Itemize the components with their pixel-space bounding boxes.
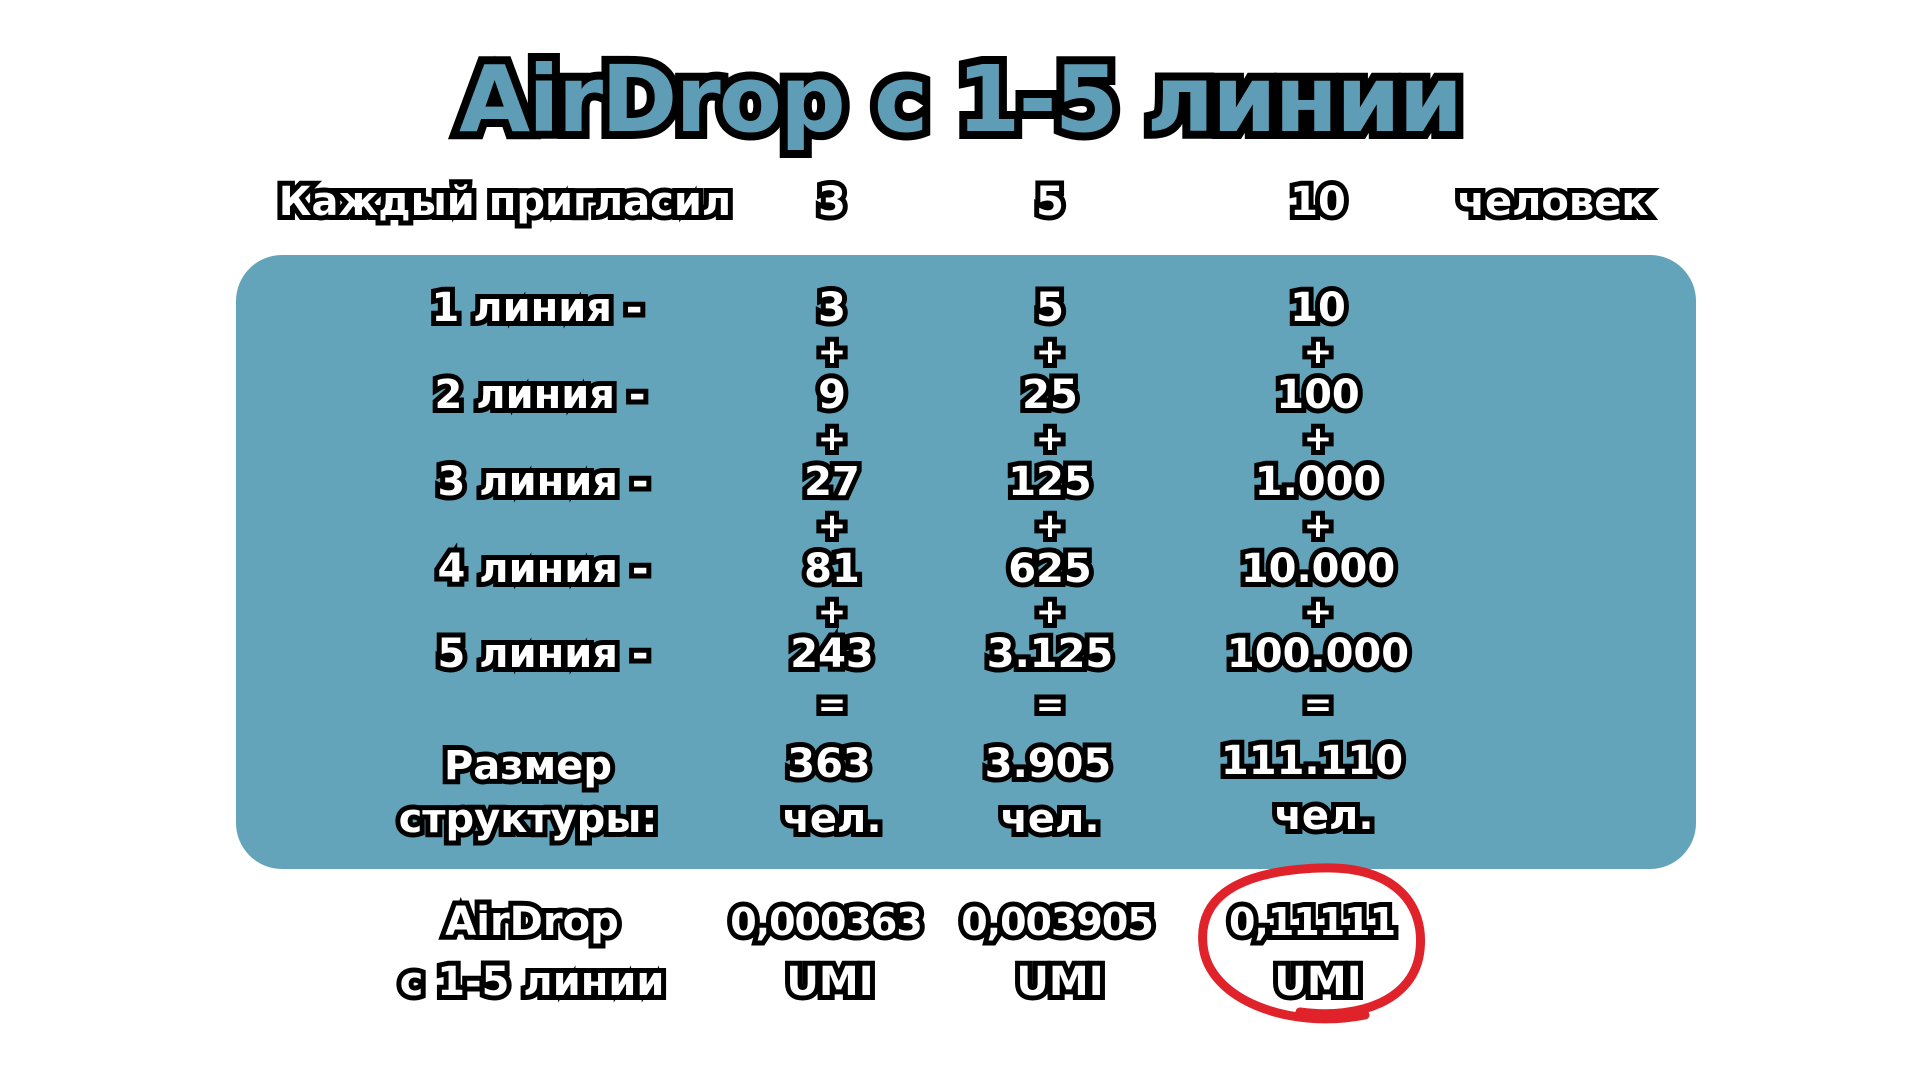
header-label: Каждый пригласил: [274, 174, 736, 230]
line-1-col-3: 10: [1285, 280, 1351, 336]
plus-sign: +: [813, 504, 851, 548]
airdrop-col-2: 0,003905: [956, 895, 1159, 949]
line-5-col-3: 100.000: [1222, 626, 1414, 682]
structure-unit-3: чел.: [1269, 788, 1378, 844]
airdrop-label-line2: с 1-5 линии: [395, 954, 670, 1010]
plus-sign: +: [813, 417, 851, 461]
structure-col-3: 111.110: [1216, 733, 1408, 789]
structure-unit-1: чел.: [777, 791, 886, 847]
header-unit: человек: [1453, 174, 1654, 230]
airdrop-col-1: 0,000363: [725, 895, 928, 949]
airdrop-unit-2: UMI: [1011, 954, 1108, 1010]
airdrop-label-line1: AirDrop: [440, 894, 623, 950]
line-label-1: 1 линия -: [427, 280, 648, 336]
plus-sign: +: [1031, 330, 1069, 374]
plus-sign: +: [1299, 504, 1337, 548]
line-5-col-1: 243: [785, 626, 878, 682]
line-3-col-1: 27: [799, 454, 865, 510]
plus-sign: +: [1031, 504, 1069, 548]
equals-sign: =: [1299, 683, 1337, 727]
plus-sign: +: [1031, 590, 1069, 634]
plus-sign: +: [813, 590, 851, 634]
plus-sign: +: [1299, 330, 1337, 374]
plus-sign: +: [1031, 417, 1069, 461]
line-2-col-3: 100: [1271, 367, 1364, 423]
line-label-4: 4 линия -: [433, 541, 654, 597]
airdrop-unit-1: UMI: [781, 954, 878, 1010]
line-3-col-2: 125: [1003, 454, 1096, 510]
equals-sign: =: [813, 683, 851, 727]
line-1-col-2: 5: [1031, 280, 1069, 336]
airdrop-slide: AirDrop с 1-5 линии Каждый пригласил 3 5…: [0, 0, 1920, 1080]
airdrop-unit-3: UMI: [1269, 954, 1366, 1010]
header-col-1: 3: [813, 174, 851, 230]
line-4-col-1: 81: [799, 541, 865, 597]
structure-col-1: 363: [782, 736, 875, 792]
line-3-col-3: 1.000: [1250, 454, 1386, 510]
line-2-col-2: 25: [1017, 367, 1083, 423]
airdrop-col-3: 0,11111: [1224, 895, 1401, 949]
line-1-col-1: 3: [813, 280, 851, 336]
line-label-3: 3 линия -: [433, 454, 654, 510]
line-label-5: 5 линия -: [433, 626, 654, 682]
header-col-3: 10: [1285, 174, 1351, 230]
plus-sign: +: [1299, 590, 1337, 634]
structure-label-line1: Размер: [439, 738, 617, 794]
plus-sign: +: [1299, 417, 1337, 461]
header-col-2: 5: [1031, 174, 1069, 230]
line-5-col-2: 3.125: [982, 626, 1118, 682]
structure-label-line2: структуры:: [394, 791, 663, 847]
line-4-col-2: 625: [1003, 541, 1096, 597]
line-2-col-1: 9: [813, 367, 851, 423]
plus-sign: +: [813, 330, 851, 374]
equals-sign: =: [1031, 683, 1069, 727]
structure-unit-2: чел.: [995, 791, 1104, 847]
line-label-2: 2 линия -: [430, 367, 651, 423]
slide-title: AirDrop с 1-5 линии: [451, 38, 1471, 161]
line-4-col-3: 10.000: [1236, 541, 1400, 597]
structure-col-2: 3.905: [980, 736, 1116, 792]
